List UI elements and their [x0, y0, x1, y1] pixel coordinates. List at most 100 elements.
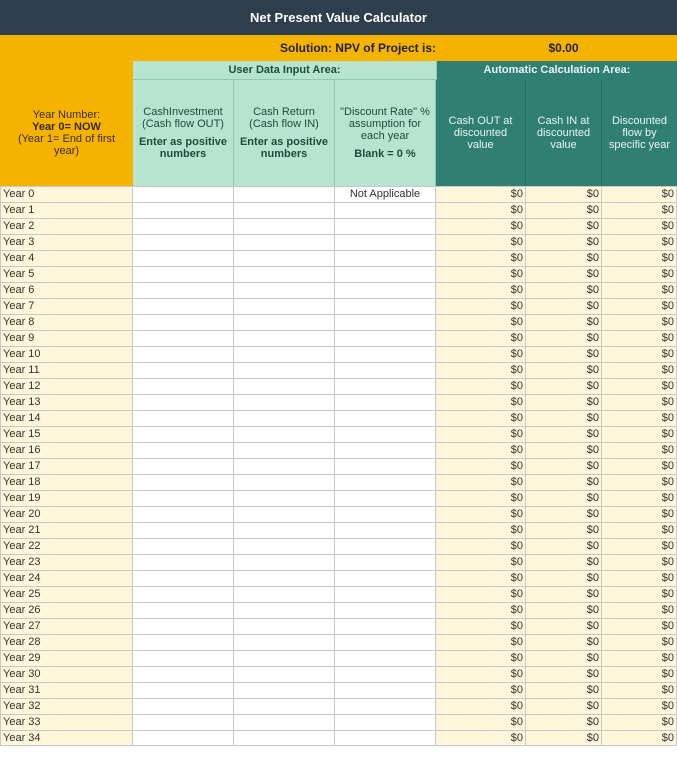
cell-cash-return[interactable]: [234, 330, 335, 346]
cell-cash-return[interactable]: [234, 266, 335, 282]
cell-cash-investment[interactable]: [133, 298, 234, 314]
cell-cash-investment[interactable]: [133, 682, 234, 698]
cell-discount-rate[interactable]: [335, 346, 436, 362]
cell-discount-rate[interactable]: [335, 634, 436, 650]
cell-cash-return[interactable]: [234, 666, 335, 682]
cell-cash-return[interactable]: [234, 282, 335, 298]
cell-discount-rate[interactable]: [335, 698, 436, 714]
cell-cash-investment[interactable]: [133, 330, 234, 346]
cell-discount-rate[interactable]: [335, 730, 436, 746]
cell-cash-return[interactable]: [234, 490, 335, 506]
cell-cash-investment[interactable]: [133, 410, 234, 426]
cell-discount-rate[interactable]: [335, 282, 436, 298]
cell-discount-rate[interactable]: [335, 218, 436, 234]
cell-discount-rate[interactable]: Not Applicable: [335, 186, 436, 202]
cell-cash-investment[interactable]: [133, 522, 234, 538]
cell-discount-rate[interactable]: [335, 602, 436, 618]
cell-discount-rate[interactable]: [335, 266, 436, 282]
cell-discount-rate[interactable]: [335, 650, 436, 666]
cell-discount-rate[interactable]: [335, 394, 436, 410]
cell-cash-return[interactable]: [234, 378, 335, 394]
cell-cash-return[interactable]: [234, 442, 335, 458]
cell-cash-return[interactable]: [234, 234, 335, 250]
cell-discount-rate[interactable]: [335, 618, 436, 634]
cell-cash-return[interactable]: [234, 682, 335, 698]
cell-cash-investment[interactable]: [133, 266, 234, 282]
cell-cash-return[interactable]: [234, 634, 335, 650]
cell-discount-rate[interactable]: [335, 522, 436, 538]
cell-cash-investment[interactable]: [133, 202, 234, 218]
cell-cash-investment[interactable]: [133, 458, 234, 474]
cell-discount-rate[interactable]: [335, 506, 436, 522]
cell-cash-investment[interactable]: [133, 282, 234, 298]
cell-cash-return[interactable]: [234, 426, 335, 442]
cell-cash-investment[interactable]: [133, 634, 234, 650]
cell-discount-rate[interactable]: [335, 426, 436, 442]
cell-discount-rate[interactable]: [335, 314, 436, 330]
cell-cash-return[interactable]: [234, 506, 335, 522]
cell-discount-rate[interactable]: [335, 298, 436, 314]
cell-discount-rate[interactable]: [335, 362, 436, 378]
cell-cash-investment[interactable]: [133, 362, 234, 378]
cell-cash-return[interactable]: [234, 714, 335, 730]
cell-cash-return[interactable]: [234, 250, 335, 266]
cell-cash-return[interactable]: [234, 314, 335, 330]
cell-discount-rate[interactable]: [335, 586, 436, 602]
cell-discount-rate[interactable]: [335, 714, 436, 730]
cell-cash-investment[interactable]: [133, 570, 234, 586]
cell-cash-return[interactable]: [234, 602, 335, 618]
cell-discount-rate[interactable]: [335, 538, 436, 554]
cell-discount-rate[interactable]: [335, 490, 436, 506]
cell-cash-return[interactable]: [234, 730, 335, 746]
cell-cash-investment[interactable]: [133, 346, 234, 362]
cell-cash-return[interactable]: [234, 474, 335, 490]
cell-discount-rate[interactable]: [335, 554, 436, 570]
cell-cash-return[interactable]: [234, 202, 335, 218]
cell-discount-rate[interactable]: [335, 570, 436, 586]
cell-cash-return[interactable]: [234, 298, 335, 314]
cell-cash-return[interactable]: [234, 554, 335, 570]
cell-cash-return[interactable]: [234, 570, 335, 586]
cell-cash-investment[interactable]: [133, 442, 234, 458]
cell-discount-rate[interactable]: [335, 666, 436, 682]
cell-cash-investment[interactable]: [133, 250, 234, 266]
cell-discount-rate[interactable]: [335, 410, 436, 426]
cell-cash-investment[interactable]: [133, 218, 234, 234]
cell-discount-rate[interactable]: [335, 474, 436, 490]
cell-cash-investment[interactable]: [133, 650, 234, 666]
cell-cash-investment[interactable]: [133, 554, 234, 570]
cell-cash-return[interactable]: [234, 218, 335, 234]
cell-cash-return[interactable]: [234, 650, 335, 666]
cell-cash-return[interactable]: [234, 698, 335, 714]
cell-cash-return[interactable]: [234, 362, 335, 378]
cell-cash-investment[interactable]: [133, 506, 234, 522]
cell-discount-rate[interactable]: [335, 442, 436, 458]
cell-discount-rate[interactable]: [335, 682, 436, 698]
cell-discount-rate[interactable]: [335, 234, 436, 250]
cell-discount-rate[interactable]: [335, 378, 436, 394]
cell-cash-investment[interactable]: [133, 730, 234, 746]
cell-cash-return[interactable]: [234, 394, 335, 410]
cell-cash-investment[interactable]: [133, 666, 234, 682]
cell-discount-rate[interactable]: [335, 458, 436, 474]
cell-cash-investment[interactable]: [133, 538, 234, 554]
cell-cash-investment[interactable]: [133, 586, 234, 602]
cell-cash-return[interactable]: [234, 618, 335, 634]
cell-cash-investment[interactable]: [133, 186, 234, 202]
cell-cash-investment[interactable]: [133, 234, 234, 250]
cell-cash-investment[interactable]: [133, 714, 234, 730]
cell-cash-return[interactable]: [234, 586, 335, 602]
cell-cash-investment[interactable]: [133, 698, 234, 714]
cell-cash-investment[interactable]: [133, 618, 234, 634]
cell-cash-return[interactable]: [234, 410, 335, 426]
cell-discount-rate[interactable]: [335, 330, 436, 346]
cell-discount-rate[interactable]: [335, 250, 436, 266]
cell-cash-investment[interactable]: [133, 490, 234, 506]
cell-cash-return[interactable]: [234, 346, 335, 362]
cell-cash-investment[interactable]: [133, 602, 234, 618]
cell-cash-investment[interactable]: [133, 426, 234, 442]
cell-cash-investment[interactable]: [133, 378, 234, 394]
cell-cash-investment[interactable]: [133, 394, 234, 410]
cell-cash-return[interactable]: [234, 186, 335, 202]
cell-discount-rate[interactable]: [335, 202, 436, 218]
